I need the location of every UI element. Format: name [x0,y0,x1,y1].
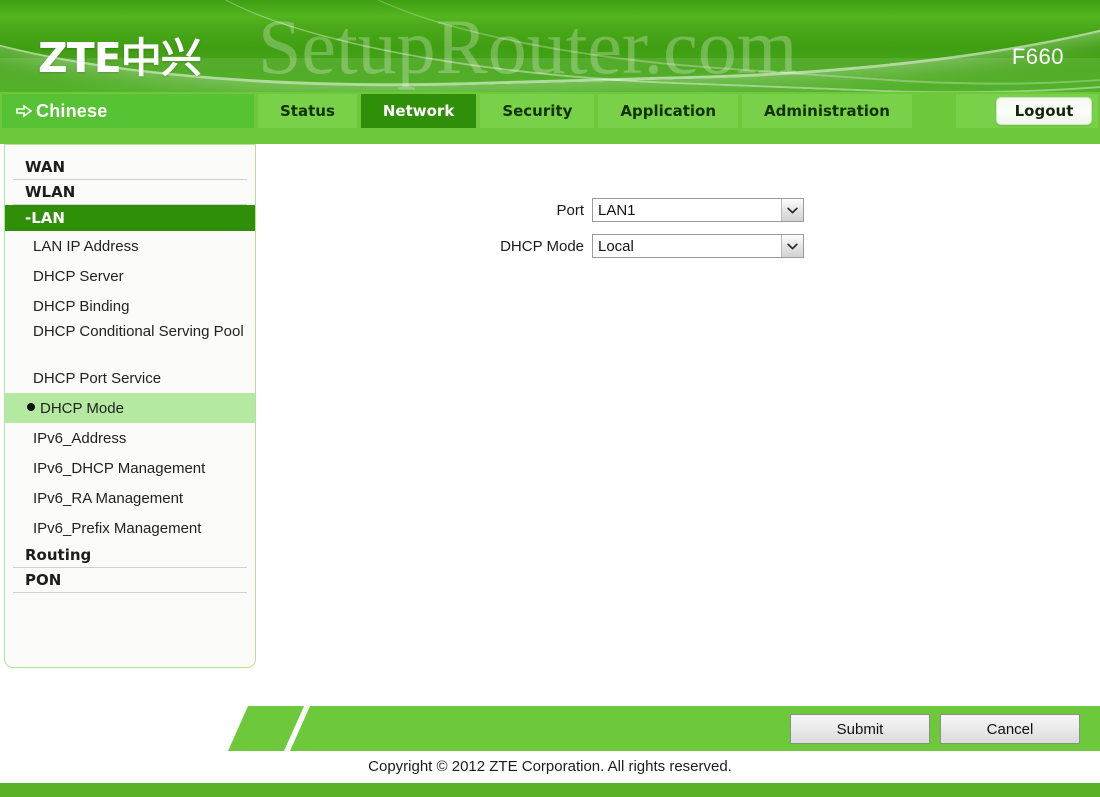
sidebar-item-dhcp-port-service[interactable]: DHCP Port Service [5,363,255,393]
sidebar-item-routing[interactable]: Routing [13,543,247,568]
port-label: Port [556,201,584,219]
sidebar-item-dhcp-server[interactable]: DHCP Server [5,261,255,291]
logout-button[interactable]: Logout [996,97,1092,125]
language-switch-chinese[interactable]: Chinese [2,94,254,128]
zte-logo: ZTE中兴 [38,34,202,82]
tab-network[interactable]: Network [360,94,477,128]
tab-administration[interactable]: Administration [742,94,912,128]
form-row-port: Port LAN1 [452,198,804,222]
submit-button[interactable]: Submit [790,714,930,744]
logout-cell: Logout [956,94,1098,128]
sidebar-item-ipv6-ra-management[interactable]: IPv6_RA Management [5,483,255,513]
sidebar-menu: WAN WLAN -LAN LAN IP Address DHCP Server… [4,144,256,668]
sidebar-item-dhcp-conditional-serving-pool[interactable]: DHCP Conditional Serving Pool [5,321,255,363]
nav-tabs: Status Network Security Application Admi… [258,94,912,128]
bullet-icon [27,403,35,411]
form-row-dhcp-mode: DHCP Mode Local [452,234,804,258]
sidebar-item-dhcp-mode[interactable]: DHCP Mode [5,393,255,423]
dhcp-mode-select[interactable]: Local [592,234,804,258]
copyright-text: Copyright © 2012 ZTE Corporation. All ri… [368,758,732,775]
footer-buttons: Submit Cancel [790,714,1080,744]
port-select[interactable]: LAN1 [592,198,804,222]
sidebar-item-pon[interactable]: PON [13,568,247,593]
tab-status[interactable]: Status [258,94,357,128]
device-model-label: F660 [1011,44,1064,69]
cancel-button[interactable]: Cancel [940,714,1080,744]
header-banner: SetupRouter.com ZTE中兴 F660 [0,0,1100,92]
content-panel: Port LAN1 DHCP Mode Local [258,144,1096,698]
sidebar-item-ipv6-address[interactable]: IPv6_Address [5,423,255,453]
port-select-value: LAN1 [598,201,636,219]
dhcp-mode-label: DHCP Mode [500,237,584,255]
sidebar-item-lan[interactable]: -LAN [5,205,255,231]
dhcp-mode-select-value: Local [598,237,634,255]
chevron-down-icon [781,199,803,221]
sidebar-item-dhcp-mode-label: DHCP Mode [40,399,124,417]
sidebar-item-wlan[interactable]: WLAN [13,180,247,205]
router-admin-page: SetupRouter.com ZTE中兴 F660 Chinese Statu… [0,0,1100,797]
bottom-green-strip [0,783,1100,797]
tab-security[interactable]: Security [480,94,595,128]
sidebar-item-wan[interactable]: WAN [13,155,247,180]
nav-bottom-strip [0,130,1100,144]
sidebar-item-ipv6-prefix-management[interactable]: IPv6_Prefix Management [5,513,255,543]
sidebar-item-ipv6-dhcp-management[interactable]: IPv6_DHCP Management [5,453,255,483]
sidebar-item-lan-ip-address[interactable]: LAN IP Address [5,231,255,261]
language-switch-label: Chinese [36,100,108,121]
tab-application[interactable]: Application [598,94,739,128]
chevron-down-icon [781,235,803,257]
right-arrow-icon [16,104,33,118]
sidebar-item-dhcp-binding[interactable]: DHCP Binding [5,291,255,321]
